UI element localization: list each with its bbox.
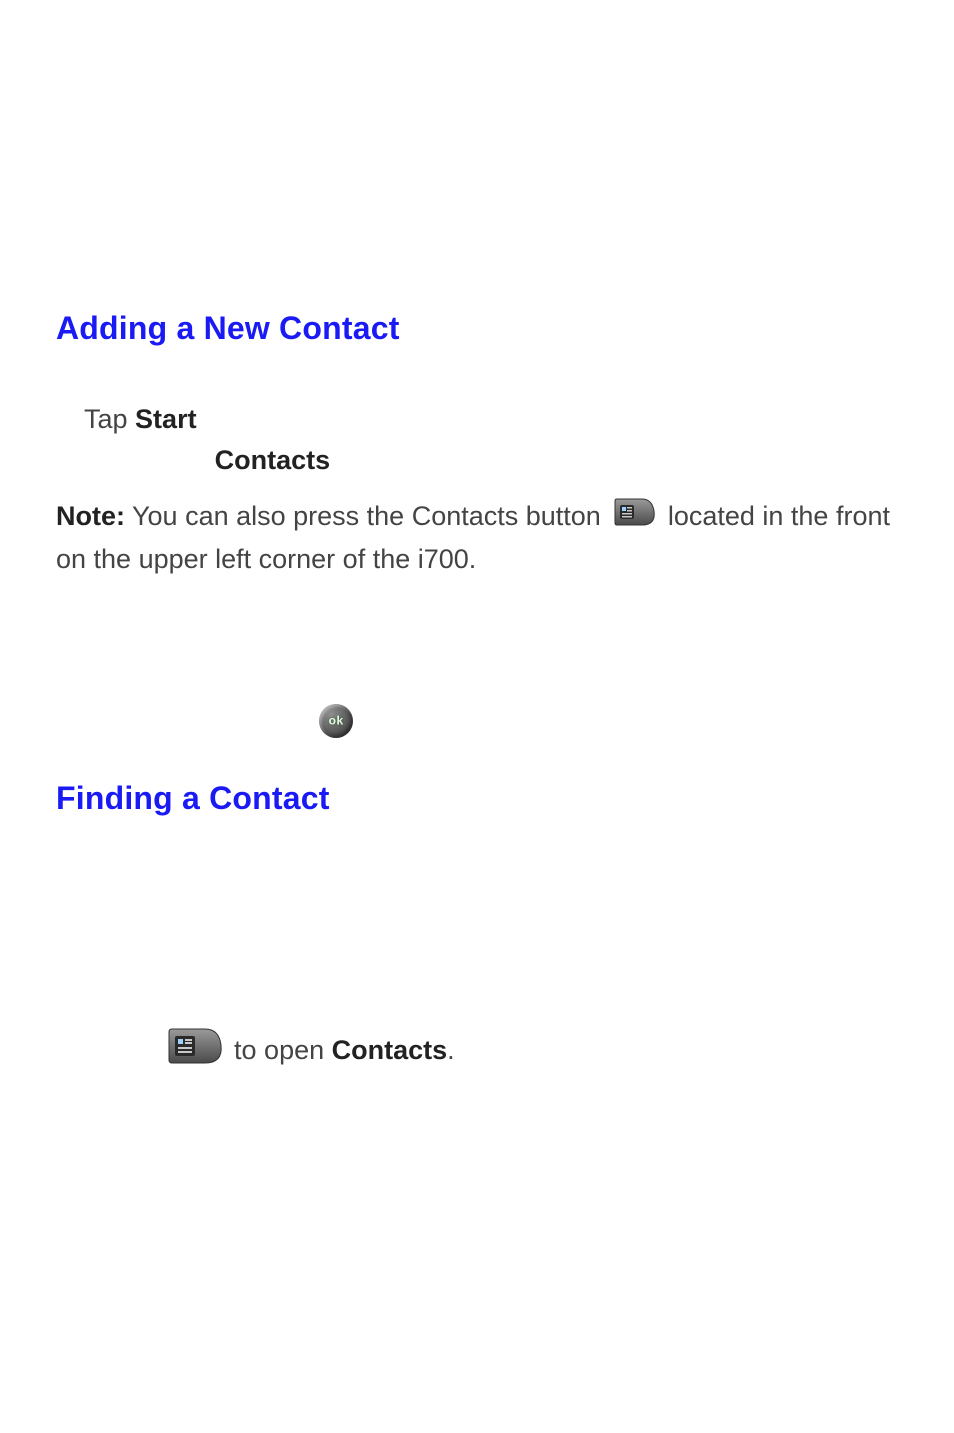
contacts-button-icon-2 [165, 1027, 223, 1077]
step-line-2: and select Contacts from the drop down m… [56, 440, 898, 481]
start-label: Start [135, 404, 197, 434]
note-block: Note: You can also press the Contacts bu… [56, 496, 898, 579]
press-line: Press to open Contacts. [56, 1027, 898, 1077]
contacts-button-icon [612, 497, 656, 539]
ok-line: When finished, tap to save and exit. [56, 699, 898, 740]
press-mid: to open [227, 1035, 332, 1065]
step-block: Tap Start located in the upper left corn… [56, 399, 898, 480]
note-before-icon: You can also press the Contacts button [125, 501, 608, 531]
section-title-finding: Finding a Contact [56, 780, 898, 817]
note-label: Note: [56, 501, 125, 531]
contacts-bold: Contacts [332, 1035, 448, 1065]
step-line-1: Tap Start located in the upper left corn… [56, 399, 898, 440]
ok-icon [319, 704, 353, 738]
contacts-label: Contacts [215, 445, 331, 475]
press-suffix: . [447, 1035, 455, 1065]
manual-page: Adding a New Contact Tap Start located i… [0, 0, 954, 1433]
section-title-adding: Adding a New Contact [56, 310, 898, 347]
step1-prefix: Tap [84, 404, 135, 434]
